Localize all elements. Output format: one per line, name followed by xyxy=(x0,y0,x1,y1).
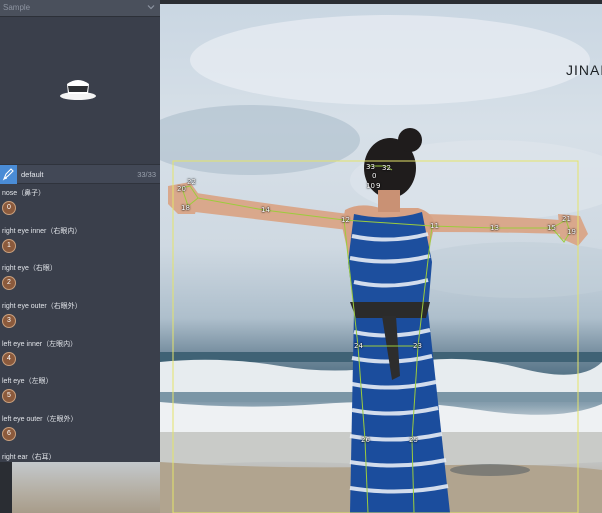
keypoint-label: left eye（左眼） xyxy=(2,378,53,386)
sample-preview xyxy=(0,18,160,164)
keypoint-19[interactable]: 19 xyxy=(567,228,576,236)
canvas-top-border xyxy=(160,0,602,4)
keypoint-index-badge: 3 xyxy=(2,314,16,329)
keypoint-index-badge: 6 xyxy=(2,427,16,442)
canvas-left-edge xyxy=(0,462,12,513)
keypoint-index-badge: 2 xyxy=(2,276,16,291)
list-item[interactable]: right eye inner（右眼内） 1 xyxy=(0,222,160,260)
sample-dropdown-label: Sample xyxy=(3,3,31,12)
keypoint-panel: Sample default 33/33 nose（鼻子） 0 right ey… xyxy=(0,0,160,462)
keypoint-18[interactable]: 18 xyxy=(181,204,190,212)
keypoint-label: right eye outer（右眼外） xyxy=(2,303,82,311)
list-item[interactable]: right eye（右眼） 2 xyxy=(0,259,160,297)
keypoint-33[interactable]: 33 xyxy=(366,163,375,171)
chevron-down-icon[interactable] xyxy=(146,2,156,12)
keypoint-index-badge: 1 xyxy=(2,238,16,253)
edit-icon[interactable] xyxy=(0,165,17,184)
keypoint-index-badge: 4 xyxy=(2,351,16,366)
keypoint-26[interactable]: 26 xyxy=(361,436,370,444)
canvas-left-strip xyxy=(0,462,160,513)
photo xyxy=(160,15,602,513)
list-item[interactable]: nose（鼻子） 0 xyxy=(0,184,160,222)
keypoint-0[interactable]: 0 xyxy=(372,172,376,180)
sample-dropdown[interactable]: Sample xyxy=(0,0,160,17)
keypoint-label: right ear（右耳） xyxy=(2,453,56,461)
keypoint-list: nose（鼻子） 0 right eye inner（右眼内） 1 right … xyxy=(0,184,160,462)
keypoint-group-default[interactable]: default 33/33 xyxy=(0,164,160,184)
keypoint-22[interactable]: 22 xyxy=(187,178,196,186)
list-item[interactable]: right ear（右耳） xyxy=(0,448,160,462)
group-count: 33/33 xyxy=(137,170,156,179)
keypoint-10[interactable]: 10 xyxy=(366,182,375,190)
list-item[interactable]: left eye inner（左眼内） 4 xyxy=(0,335,160,373)
keypoint-21[interactable]: 21 xyxy=(562,215,571,223)
keypoint-20[interactable]: 20 xyxy=(177,185,186,193)
keypoint-label: right eye inner（右眼内） xyxy=(2,227,82,235)
keypoint-14[interactable]: 14 xyxy=(261,206,270,214)
keypoint-12[interactable]: 12 xyxy=(341,216,350,224)
list-item[interactable]: left eye outer（左眼外） 6 xyxy=(0,410,160,448)
keypoint-24[interactable]: 24 xyxy=(354,342,363,350)
cup-icon xyxy=(60,80,96,100)
keypoint-32[interactable]: 32 xyxy=(382,164,391,172)
keypoint-label: nose（鼻子） xyxy=(2,190,46,197)
keypoint-index-badge: 0 xyxy=(2,201,16,215)
keypoint-label: right eye（右眼） xyxy=(2,265,57,273)
keypoint-11[interactable]: 11 xyxy=(430,222,439,230)
brand-text: JINAN xyxy=(566,62,602,78)
image-canvas[interactable]: JINAN 33 32 0 10 9 22 20 18 14 12 11 13 … xyxy=(160,0,602,513)
keypoint-index-badge: 5 xyxy=(2,389,16,404)
keypoint-label: left eye outer（左眼外） xyxy=(2,416,78,424)
keypoint-15[interactable]: 15 xyxy=(547,224,556,232)
keypoint-9[interactable]: 9 xyxy=(376,182,380,190)
keypoint-25[interactable]: 25 xyxy=(409,436,418,444)
keypoint-13[interactable]: 13 xyxy=(490,224,499,232)
keypoint-23[interactable]: 23 xyxy=(413,342,422,350)
group-name: default xyxy=(21,170,44,179)
list-item[interactable]: right eye outer（右眼外） 3 xyxy=(0,297,160,335)
keypoint-label: left eye inner（左眼内） xyxy=(2,340,78,348)
list-item[interactable]: left eye（左眼） 5 xyxy=(0,372,160,410)
